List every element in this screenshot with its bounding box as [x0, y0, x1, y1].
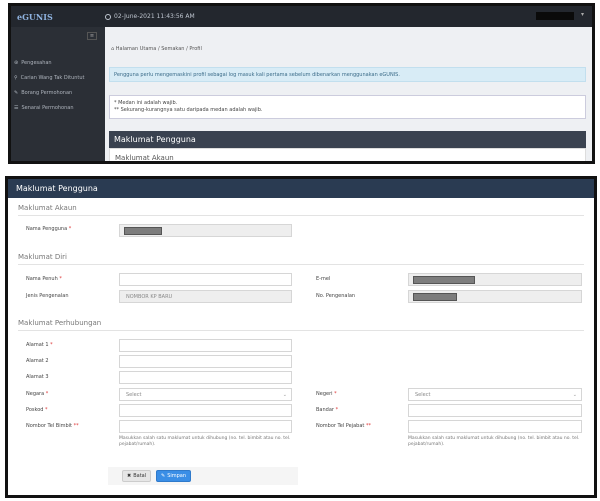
chevron-down-icon: ⌄: [572, 392, 577, 398]
postcode-label: Poskod *: [26, 407, 48, 413]
idno-field: [408, 290, 582, 303]
clock-icon: [105, 13, 111, 20]
cancel-button[interactable]: ✖ Batal: [122, 470, 152, 482]
required-notice: * Medan ini adalah wajib. ** Sekurang-ku…: [109, 95, 586, 119]
datetime-display: 02-June-2021 11:43:56 AM: [105, 13, 195, 20]
office-phone-input[interactable]: [408, 420, 582, 433]
list-icon: ☰: [14, 105, 19, 111]
divider: [18, 264, 584, 265]
country-select-value: Select: [126, 392, 142, 398]
info-alert: Pengguna perlu mengemaskini profil sebag…: [109, 67, 586, 82]
sidebar-item-borang[interactable]: ✎ Borang Permohonan: [14, 90, 72, 96]
city-input[interactable]: [408, 404, 582, 417]
idno-label: No. Pengenalan: [316, 293, 356, 299]
email-redacted: [413, 276, 475, 284]
main-content: ⌂ Halaman Utama / Semakan / Profil Pengg…: [105, 27, 592, 161]
sidebar-item-label: Pengesahan: [21, 60, 52, 66]
breadcrumb-sep: /: [157, 46, 160, 52]
user-form-screenshot: Maklumat Pengguna Maklumat Akaun Nama Pe…: [5, 176, 597, 498]
sidebar-item-label: Borang Permohonan: [21, 90, 73, 96]
edit-icon: ✎: [161, 473, 166, 479]
badge-icon: ⊛: [14, 60, 19, 66]
close-icon: ✖: [127, 473, 132, 479]
mobile-label: Nombor Tel Bimbit **: [26, 423, 79, 429]
country-select[interactable]: Select ⌄: [119, 388, 292, 401]
datetime-text: 02-June-2021 11:43:56 AM: [114, 13, 195, 20]
sidebar: ≡ ⊛ Pengesahan ⚲ Carian Wang Tak Dituntu…: [11, 27, 105, 161]
username-field: [119, 224, 292, 237]
fullname-label: Nama Penuh *: [26, 276, 62, 282]
section-header: Maklumat Pengguna: [109, 131, 586, 148]
form-header: Maklumat Pengguna: [8, 179, 594, 198]
search-icon: ⚲: [14, 75, 18, 81]
username-label: Nama Pengguna *: [26, 226, 72, 232]
sidebar-item-carian[interactable]: ⚲ Carian Wang Tak Dituntut: [14, 75, 85, 81]
country-label: Negara *: [26, 391, 49, 397]
form-footer: ✖ Batal ✎ Simpan: [108, 467, 298, 485]
required-notice-line2: ** Sekurang-kurangnya satu daripada meda…: [114, 107, 263, 113]
sidebar-item-pengesahan[interactable]: ⊛ Pengesahan: [14, 60, 52, 66]
save-label: Simpan: [167, 473, 187, 479]
home-icon: ⌂: [111, 46, 115, 52]
fullname-input[interactable]: [119, 273, 292, 286]
save-button[interactable]: ✎ Simpan: [156, 470, 192, 482]
sidebar-item-senarai[interactable]: ☰ Senarai Permohonan: [14, 105, 74, 111]
breadcrumb-current: Profil: [189, 46, 202, 52]
divider: [18, 215, 584, 216]
cancel-label: Batal: [133, 473, 147, 479]
address2-label: Alamat 2: [26, 358, 49, 364]
contact-heading: Maklumat Perhubungan: [18, 319, 102, 327]
account-subheading: Maklumat Akaun: [109, 148, 586, 161]
chevron-down-icon: ⌄: [282, 392, 287, 398]
sidebar-item-label: Senarai Permohonan: [21, 105, 74, 111]
breadcrumb-home[interactable]: Halaman Utama: [116, 46, 157, 52]
divider: [18, 330, 584, 331]
form-icon: ✎: [14, 90, 19, 96]
city-label: Bandar *: [316, 407, 339, 413]
address2-input[interactable]: [119, 355, 292, 368]
address1-input[interactable]: [119, 339, 292, 352]
email-label: E-mel: [316, 276, 331, 282]
app-logo[interactable]: eGUNIS: [11, 12, 105, 22]
idtype-field: NOMBOR KP BARU: [119, 290, 292, 303]
state-select[interactable]: Select ⌄: [408, 388, 582, 401]
required-notice-line1: * Medan ini adalah wajib.: [114, 100, 178, 106]
breadcrumb-section[interactable]: Semakan: [161, 46, 184, 52]
sidebar-item-label: Carian Wang Tak Dituntut: [20, 75, 85, 81]
idno-redacted: [413, 293, 457, 301]
state-label: Negeri *: [316, 391, 337, 397]
breadcrumb: ⌂ Halaman Utama / Semakan / Profil: [111, 46, 202, 52]
username-redacted: [124, 227, 162, 235]
address3-label: Alamat 3: [26, 374, 49, 380]
address3-input[interactable]: [119, 371, 292, 384]
idtype-label: Jenis Pengenalan: [26, 293, 69, 299]
office-phone-label: Nombor Tel Pejabat **: [316, 423, 371, 429]
chevron-down-icon[interactable]: ▾: [581, 11, 584, 18]
state-select-value: Select: [415, 392, 431, 398]
office-help-text: Masukkan salah satu maklumat untuk dihub…: [408, 436, 580, 447]
mobile-input[interactable]: [119, 420, 292, 433]
top-bar: eGUNIS 02-June-2021 11:43:56 AM ▾: [11, 6, 592, 27]
breadcrumb-sep: /: [186, 46, 188, 52]
user-menu-redacted[interactable]: [536, 12, 574, 20]
email-field: [408, 273, 582, 286]
menu-toggle-icon[interactable]: ≡: [87, 32, 97, 40]
mobile-help-text: Masukkan salah satu maklumat untuk dihub…: [119, 436, 291, 447]
personal-heading: Maklumat Diri: [18, 253, 67, 261]
account-heading: Maklumat Akaun: [18, 204, 77, 212]
postcode-input[interactable]: [119, 404, 292, 417]
profile-page-screenshot: eGUNIS 02-June-2021 11:43:56 AM ▾ ≡ ⊛ Pe…: [8, 3, 595, 164]
address1-label: Alamat 1 *: [26, 342, 53, 348]
